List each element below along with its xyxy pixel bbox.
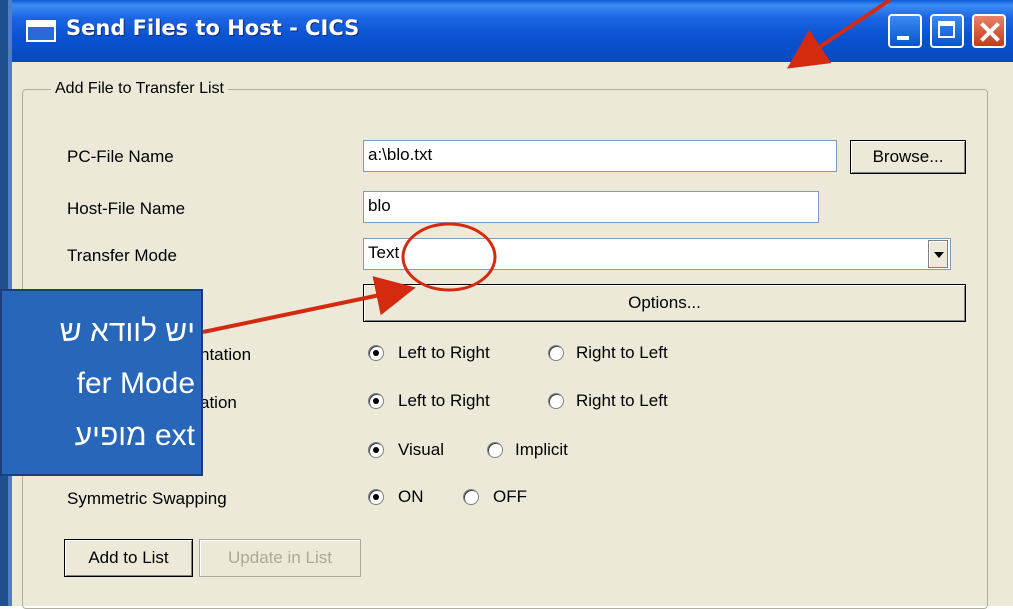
highlight-ellipse	[401, 222, 497, 292]
arrow-to-title-bar	[787, 0, 892, 69]
arrow-to-transfer-mode	[202, 276, 416, 334]
annotation-overlay	[202, 0, 892, 334]
